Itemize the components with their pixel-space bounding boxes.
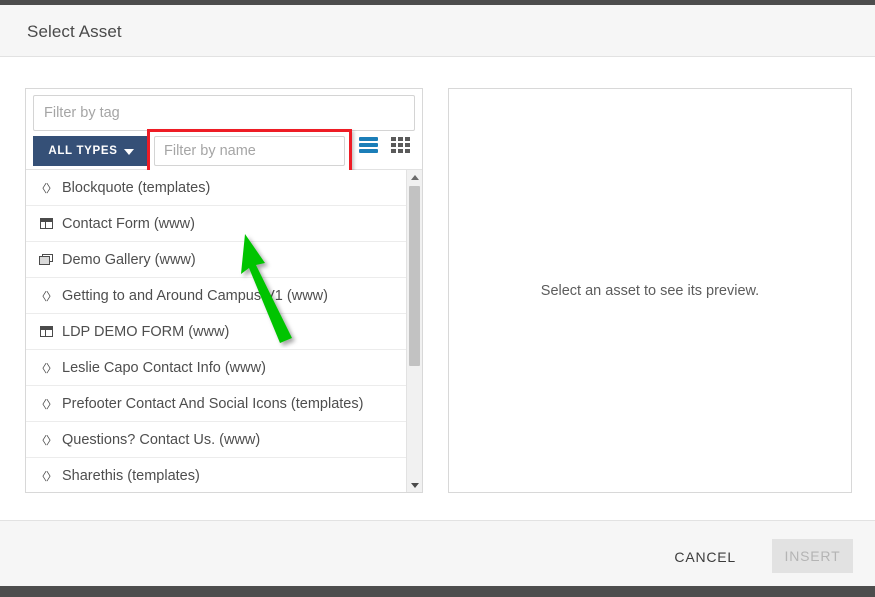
list-item-label: LDP DEMO FORM (www) (62, 324, 229, 340)
list-item[interactable]: 〈〉 Sharethis (templates) (26, 458, 422, 492)
gallery-icon (36, 254, 56, 265)
list-item-label: Leslie Capo Contact Info (www) (62, 360, 266, 376)
list-item[interactable]: 〈〉 Getting to and Around Campus V1 (www) (26, 278, 422, 314)
form-icon (36, 218, 56, 229)
asset-list[interactable]: 〈〉 Blockquote (templates) Contact Form (… (26, 170, 422, 492)
dialog-footer: CANCEL INSERT (0, 520, 875, 586)
code-icon: 〈〉 (36, 432, 56, 448)
view-mode-toggles (359, 137, 410, 153)
asset-browser-panel: ALL TYPES 〈〉 Bl (25, 88, 423, 493)
select-asset-dialog-window: Select Asset ALL TYPES (0, 0, 875, 597)
all-types-dropdown-button[interactable]: ALL TYPES (33, 136, 149, 166)
asset-list-scrollbar[interactable] (406, 170, 422, 492)
code-icon: 〈〉 (36, 288, 56, 304)
list-item[interactable]: 〈〉 Blockquote (templates) (26, 170, 422, 206)
asset-preview-panel: Select an asset to see its preview. (448, 88, 852, 493)
dialog-body: ALL TYPES 〈〉 Bl (0, 58, 875, 520)
code-icon: 〈〉 (36, 396, 56, 412)
list-item-label: Demo Gallery (www) (62, 252, 196, 268)
chevron-down-icon (124, 149, 134, 155)
list-item-label: Contact Form (www) (62, 216, 195, 232)
list-item-label: Sharethis (templates) (62, 468, 200, 484)
scroll-up-arrow-icon[interactable] (407, 170, 422, 184)
code-icon: 〈〉 (36, 468, 56, 484)
list-item-label: Blockquote (templates) (62, 180, 210, 196)
grid-view-icon[interactable] (391, 137, 410, 153)
list-item-label: Prefooter Contact And Social Icons (temp… (62, 396, 363, 412)
scrollbar-thumb[interactable] (409, 186, 420, 366)
filter-by-name-highlight-box (147, 129, 352, 173)
page-title: Select Asset (27, 22, 122, 42)
list-item-label: Getting to and Around Campus V1 (www) (62, 288, 328, 304)
filter-by-tag-input[interactable] (33, 95, 415, 131)
form-icon (36, 326, 56, 337)
cancel-button[interactable]: CANCEL (660, 539, 750, 575)
code-icon: 〈〉 (36, 360, 56, 376)
list-item[interactable]: Demo Gallery (www) (26, 242, 422, 278)
browser-chrome-bottom-bar (0, 586, 875, 597)
list-item[interactable]: LDP DEMO FORM (www) (26, 314, 422, 350)
list-item-label: Questions? Contact Us. (www) (62, 432, 260, 448)
filter-toolbar: ALL TYPES (26, 89, 422, 170)
code-icon: 〈〉 (36, 180, 56, 196)
dialog-header: Select Asset (0, 5, 875, 57)
list-item[interactable]: 〈〉 Questions? Contact Us. (www) (26, 422, 422, 458)
insert-button[interactable]: INSERT (772, 539, 853, 573)
scroll-down-arrow-icon[interactable] (407, 478, 422, 492)
list-view-icon[interactable] (359, 137, 378, 153)
list-item[interactable]: 〈〉 Leslie Capo Contact Info (www) (26, 350, 422, 386)
all-types-label: ALL TYPES (48, 145, 117, 157)
list-item[interactable]: Contact Form (www) (26, 206, 422, 242)
filter-by-name-input[interactable] (154, 136, 345, 166)
list-item[interactable]: 〈〉 Prefooter Contact And Social Icons (t… (26, 386, 422, 422)
preview-empty-message: Select an asset to see its preview. (541, 283, 759, 299)
